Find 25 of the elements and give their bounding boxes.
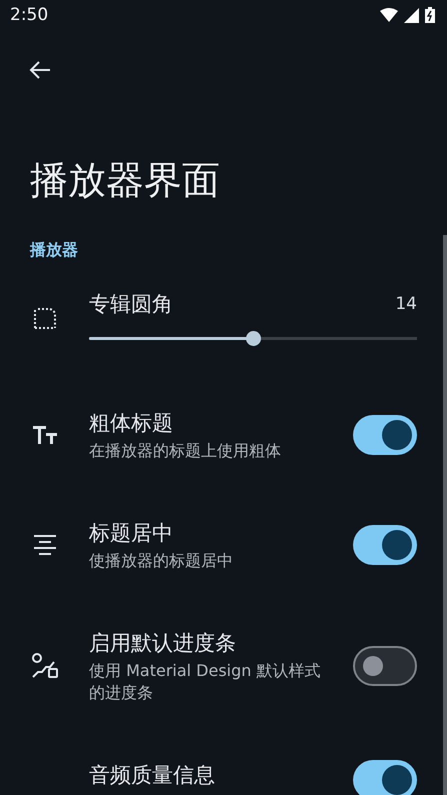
slider-value: 14: [395, 294, 417, 314]
toggle-switch[interactable]: [353, 760, 417, 795]
page-title: 播放器界面: [30, 157, 221, 204]
setting-description: 在播放器的标题上使用粗体: [89, 440, 282, 462]
slider-thumb[interactable]: [246, 331, 261, 346]
setting-title: 专辑圆角: [89, 291, 173, 318]
back-arrow-icon: [29, 60, 51, 80]
setting-title: 启用默认进度条: [89, 630, 237, 657]
progress-style-icon: [30, 653, 58, 679]
align-center-icon: [32, 534, 56, 556]
rounded-corner-icon: [32, 306, 56, 330]
setting-description: 使播放器的标题居中: [89, 550, 234, 572]
setting-description: 使用 Material Design 默认样式的进度条: [89, 660, 321, 704]
text-size-icon: [32, 424, 58, 446]
setting-title: 音频质量信息: [89, 762, 216, 789]
signal-icon: [404, 8, 419, 22]
setting-title: 标题居中: [89, 520, 174, 547]
wifi-icon: [380, 8, 398, 22]
setting-title: 粗体标题: [89, 410, 174, 437]
toggle-switch[interactable]: [353, 525, 417, 565]
status-time: 2:50: [10, 5, 48, 25]
section-header: 播放器: [30, 240, 79, 261]
toggle-switch[interactable]: [353, 415, 417, 455]
toggle-switch[interactable]: [353, 646, 417, 686]
battery-icon: [425, 7, 435, 23]
